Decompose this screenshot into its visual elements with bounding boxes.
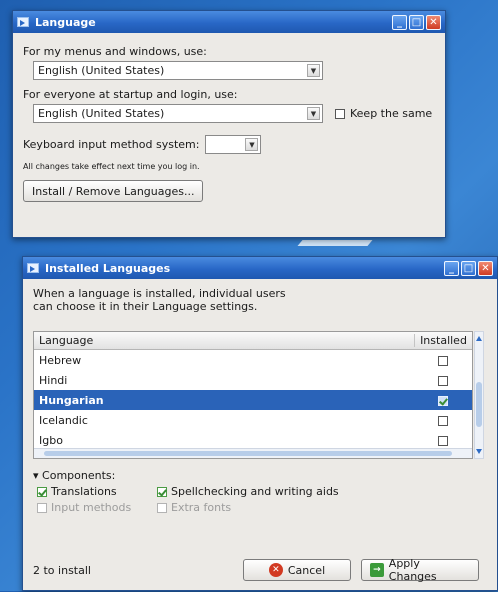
spellcheck-label: Spellchecking and writing aids (171, 485, 339, 498)
everyone-language-label: For everyone at startup and login, use: (23, 88, 238, 101)
install-remove-languages-button[interactable]: Install / Remove Languages... (23, 180, 204, 202)
components-header: Components: (42, 469, 116, 482)
desktop-decoration (297, 240, 373, 246)
table-header: Language Installed (34, 332, 472, 350)
description-line-2: can choose it in their Language settings… (33, 300, 258, 313)
scrollbar-thumb[interactable] (44, 451, 452, 456)
install-count-status: 2 to install (33, 563, 91, 577)
column-header-language[interactable]: Language (34, 334, 414, 347)
language-name: Hebrew (39, 353, 82, 367)
table-row[interactable]: Hebrew (34, 350, 472, 370)
chevron-down-icon: ▼ (307, 64, 320, 77)
everyone-language-value: English (United States) (38, 107, 165, 120)
dialog-footer: 2 to install ✕ Cancel → Apply Changes (33, 557, 479, 583)
horizontal-scrollbar[interactable] (34, 448, 472, 458)
close-button[interactable]: ✕ (426, 14, 441, 30)
input-method-dropdown[interactable]: ▼ (205, 135, 262, 154)
expander-icon: ▾ (33, 469, 39, 482)
keep-same-checkbox[interactable] (335, 108, 345, 119)
input-methods-label: Input methods (51, 501, 132, 514)
scroll-up-icon[interactable] (476, 336, 482, 341)
input-methods-checkbox[interactable] (37, 502, 47, 513)
spellcheck-option[interactable]: Spellchecking and writing aids (157, 485, 473, 498)
installed-checkbox[interactable] (438, 435, 448, 446)
installed-checkbox[interactable] (438, 415, 448, 426)
apply-label: Apply Changes (388, 557, 437, 583)
window-title: Installed Languages (45, 261, 171, 275)
cancel-icon: ✕ (268, 563, 283, 577)
installed-checkbox[interactable] (438, 395, 448, 406)
installed-checkbox[interactable] (438, 375, 448, 386)
table-row-selected[interactable]: Hungarian (34, 390, 472, 410)
installed-checkbox[interactable] (438, 355, 448, 366)
apply-changes-button[interactable]: → Apply Changes (361, 557, 479, 583)
language-name: Hungarian (39, 393, 104, 407)
spellcheck-checkbox[interactable] (157, 486, 167, 497)
translations-checkbox[interactable] (37, 486, 47, 497)
language-window: Language _ □ ✕ For my menus and windows,… (12, 10, 446, 238)
maximize-button[interactable]: □ (461, 260, 476, 276)
languages-table: Language Installed Hebrew Hindi Hungaria… (33, 331, 473, 459)
minimize-button[interactable]: _ (392, 14, 407, 30)
extra-fonts-option[interactable]: Extra fonts (157, 501, 473, 514)
input-methods-option[interactable]: Input methods (37, 501, 157, 514)
cancel-button[interactable]: ✕ Cancel (243, 559, 351, 581)
table-row[interactable]: Igbo (34, 430, 472, 450)
chevron-down-icon: ▼ (245, 138, 259, 151)
menus-language-dropdown[interactable]: English (United States) ▼ (33, 61, 323, 80)
apply-icon: → (370, 563, 384, 577)
restart-note: All changes take effect next time you lo… (23, 162, 200, 171)
keep-same-label: Keep the same (350, 107, 433, 120)
window-menu-icon[interactable] (17, 17, 29, 27)
scrollbar-thumb[interactable] (476, 382, 482, 427)
minimize-button[interactable]: _ (444, 260, 459, 276)
window-title: Language (35, 15, 96, 29)
scroll-down-icon[interactable] (476, 449, 482, 454)
column-header-installed[interactable]: Installed (414, 334, 472, 347)
language-name: Icelandic (39, 413, 88, 427)
close-button[interactable]: ✕ (478, 260, 493, 276)
vertical-scrollbar[interactable] (474, 331, 484, 459)
everyone-language-dropdown[interactable]: English (United States) ▼ (33, 104, 323, 123)
cancel-label: Cancel (287, 563, 326, 577)
language-titlebar[interactable]: Language _ □ ✕ (13, 11, 445, 33)
window-menu-icon[interactable] (27, 263, 39, 273)
translations-option[interactable]: Translations (37, 485, 157, 498)
components-section: ▾ Components: Translations Spellchecking… (33, 469, 473, 514)
menus-language-label: For my menus and windows, use: (23, 45, 207, 58)
installed-languages-window: Installed Languages _ □ ✕ When a languag… (22, 256, 498, 591)
extra-fonts-label: Extra fonts (171, 501, 232, 514)
menus-language-value: English (United States) (38, 64, 165, 77)
extra-fonts-checkbox[interactable] (157, 502, 167, 513)
translations-label: Translations (51, 485, 117, 498)
table-row[interactable]: Icelandic (34, 410, 472, 430)
installed-titlebar[interactable]: Installed Languages _ □ ✕ (23, 257, 497, 279)
maximize-button[interactable]: □ (409, 14, 424, 30)
language-name: Igbo (39, 433, 63, 447)
table-row[interactable]: Hindi (34, 370, 472, 390)
description-line-1: When a language is installed, individual… (33, 287, 286, 300)
components-expander[interactable]: ▾ Components: (33, 469, 473, 482)
chevron-down-icon: ▼ (307, 107, 320, 120)
input-method-label: Keyboard input method system: (23, 138, 200, 151)
language-name: Hindi (39, 373, 68, 387)
